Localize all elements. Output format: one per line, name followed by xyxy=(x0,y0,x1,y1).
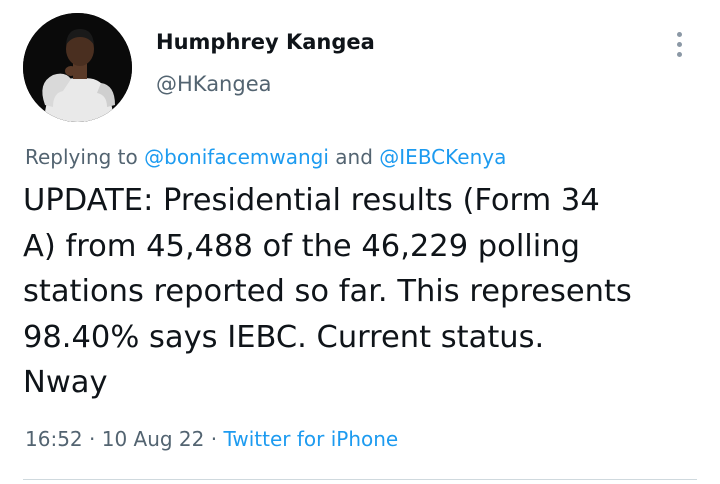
avatar[interactable] xyxy=(23,13,132,122)
reply-prefix: Replying to xyxy=(25,145,138,169)
more-options-button[interactable] xyxy=(668,30,692,60)
tweet-text: UPDATE: Presidential results (Form 34 A)… xyxy=(23,183,632,400)
tweet-card: Humphrey Kangea @HKangea Replying to @bo… xyxy=(0,0,720,484)
divider xyxy=(23,479,697,480)
more-vertical-icon xyxy=(677,32,682,37)
tweet-meta: 16:52 · 10 Aug 22 · Twitter for iPhone xyxy=(25,427,398,451)
avatar-image xyxy=(23,13,132,122)
mention-bonifacemwangi[interactable]: @bonifacemwangi xyxy=(144,145,329,169)
more-vertical-icon xyxy=(677,52,682,57)
tweet-source-link[interactable]: Twitter for iPhone xyxy=(223,427,398,451)
author-name[interactable]: Humphrey Kangea xyxy=(156,30,375,54)
reply-context: Replying to @bonifacemwangi and @IEBCKen… xyxy=(25,145,506,169)
tweet-time[interactable]: 16:52 xyxy=(25,427,83,451)
mention-iebckenya[interactable]: @IEBCKenya xyxy=(379,145,506,169)
more-vertical-icon xyxy=(677,42,682,47)
tweet-date[interactable]: 10 Aug 22 xyxy=(102,427,205,451)
author-handle[interactable]: @HKangea xyxy=(156,72,272,96)
meta-separator: · xyxy=(210,427,218,451)
meta-separator: · xyxy=(89,427,96,451)
reply-conjunction: and xyxy=(335,145,373,169)
